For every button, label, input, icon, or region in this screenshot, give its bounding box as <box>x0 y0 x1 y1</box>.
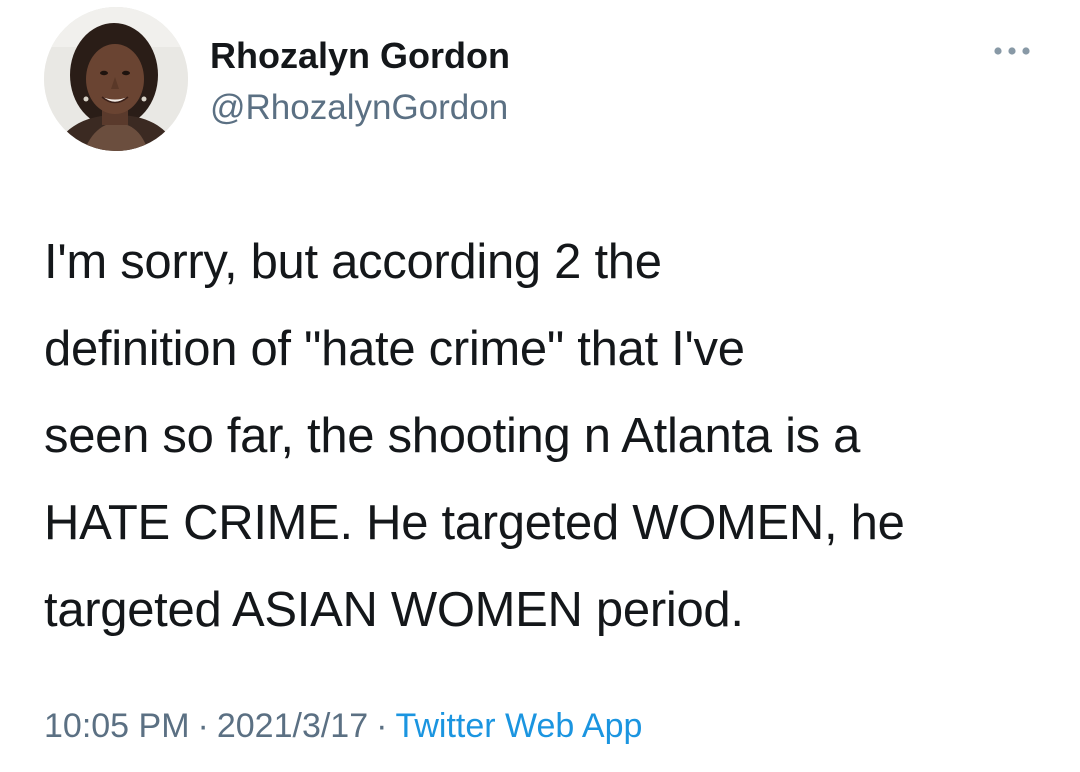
tweet-date[interactable]: 2021/3/17 <box>217 707 368 745</box>
tweet-meta: 10:05 PM · 2021/3/17 · Twitter Web App <box>44 704 642 748</box>
tweet-time[interactable]: 10:05 PM <box>44 707 190 745</box>
avatar[interactable] <box>44 7 188 151</box>
tweet-card: Rhozalyn Gordon @RhozalynGordon I'm sorr… <box>0 0 1080 772</box>
meta-separator: · <box>376 707 388 745</box>
author-display-name[interactable]: Rhozalyn Gordon <box>210 36 510 76</box>
more-options-button[interactable] <box>988 34 1036 68</box>
tweet-text: I'm sorry, but according 2 the definitio… <box>44 219 1054 654</box>
author-handle[interactable]: @RhozalynGordon <box>210 88 510 128</box>
ellipsis-icon <box>994 47 1030 55</box>
tweet-source-link[interactable]: Twitter Web App <box>395 707 642 745</box>
tweet-text-line: I'm sorry, but according 2 the <box>44 235 662 289</box>
tweet-text-line: definition of "hate crime" that I've <box>44 322 745 376</box>
tweet-text-line: HATE CRIME. He targeted WOMEN, he <box>44 496 905 550</box>
meta-separator: · <box>197 707 209 745</box>
profile-photo-icon <box>44 7 188 151</box>
author-info: Rhozalyn Gordon @RhozalynGordon <box>210 36 510 128</box>
tweet-text-line: seen so far, the shooting n Atlanta is a <box>44 409 861 463</box>
tweet-text-line: targeted ASIAN WOMEN period. <box>44 583 744 637</box>
